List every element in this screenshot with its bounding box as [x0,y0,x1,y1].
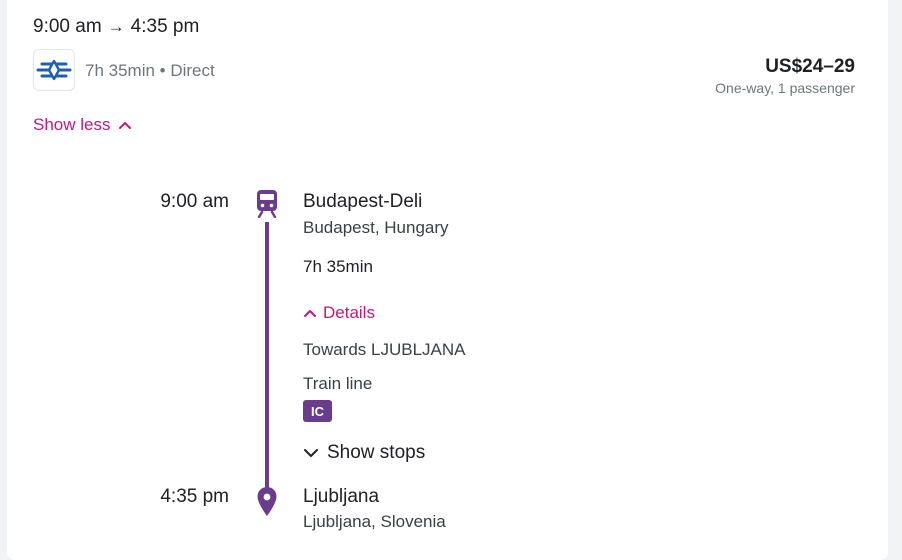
origin-location: Budapest, Hungary [303,218,449,237]
trip-summary: 7h 35min • Direct [85,61,215,80]
show-stops-label: Show stops [327,442,426,463]
chevron-up-icon [304,310,316,317]
show-less-label: Show less [33,115,111,134]
trip-times: 9:00 am → 4:35 pm [33,16,199,38]
details-toggle[interactable]: Details [303,303,375,323]
map-pin-icon [257,487,277,516]
show-less-button[interactable]: Show less [33,115,132,135]
destination-station: Ljubljana [303,486,380,507]
train-line-badge: IC [303,400,332,422]
origin-time: 9:00 am [160,191,229,212]
arrow-right-icon: → [107,17,125,36]
destination-location: Ljubljana, Slovenia [303,512,446,531]
chevron-up-icon [119,122,132,129]
depart-time: 9:00 am [33,16,102,37]
towards-text: Towards LJUBLJANA [303,340,466,359]
train-icon [257,190,277,218]
details-label: Details [323,303,375,322]
chevron-down-icon [304,449,318,457]
trip-card: 9:00 am → 4:35 pm 7h 35min • Direct US$24–… [7,0,888,560]
segment-duration: 7h 35min [303,257,373,276]
show-stops-button[interactable]: Show stops [303,442,425,464]
route-line [265,222,269,492]
operator-logo [33,49,75,91]
arrive-time: 4:35 pm [130,16,200,37]
destination-time: 4:35 pm [160,486,229,507]
price-note: One-way, 1 passenger [715,80,855,96]
train-line-label: Train line [303,374,373,393]
mav-logo-icon [36,59,72,81]
price: US$24–29 [765,56,855,77]
origin-station: Budapest-Deli [303,191,423,212]
